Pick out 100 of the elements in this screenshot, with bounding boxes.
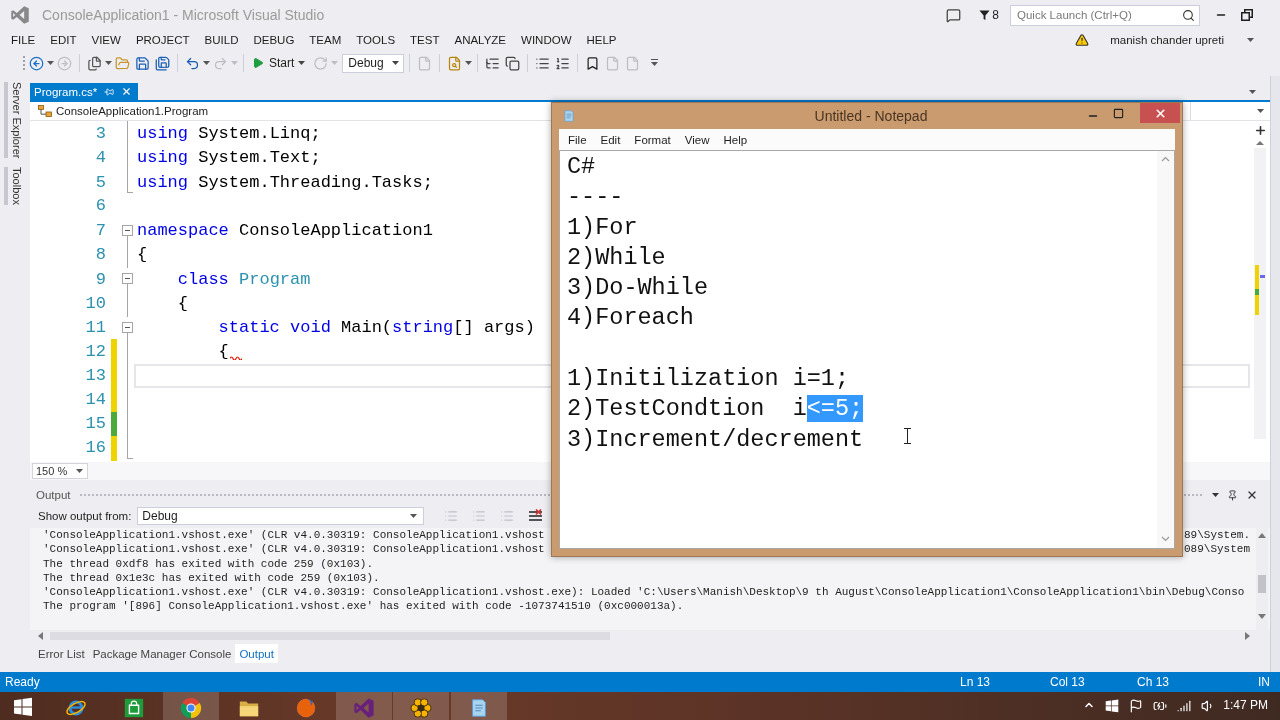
notepad-text: ---- [567, 183, 624, 211]
caret-icon[interactable] [392, 61, 400, 65]
panel-tab[interactable]: Error List [34, 644, 89, 663]
caret-icon[interactable] [203, 61, 210, 65]
type-dropdown[interactable]: ConsoleApplication1.Program [56, 105, 209, 117]
collapse-icon[interactable] [121, 321, 133, 333]
caret-icon[interactable] [105, 61, 112, 65]
caret-icon[interactable] [1247, 38, 1254, 42]
collapse-icon[interactable] [121, 224, 133, 236]
numbered-list-icon[interactable] [555, 55, 571, 71]
bookmark-icon[interactable] [585, 55, 601, 71]
caret-icon[interactable] [410, 514, 418, 518]
caret-icon[interactable] [1257, 109, 1264, 113]
pin-icon[interactable] [104, 86, 115, 97]
maximize-icon[interactable] [1113, 108, 1124, 119]
back-icon[interactable] [29, 55, 44, 71]
panel-tab[interactable]: Output [235, 644, 278, 663]
caret-icon[interactable] [465, 61, 473, 65]
start-button[interactable]: Start [249, 53, 298, 73]
user-name[interactable]: manish chander upreti [1110, 34, 1224, 46]
menu-item[interactable]: Edit [593, 133, 628, 146]
output-source-dropdown[interactable]: Debug [137, 507, 425, 525]
windows-logo-icon [13, 697, 34, 717]
battery-icon[interactable] [1153, 699, 1168, 713]
menu-item[interactable]: PROJECT [135, 34, 190, 46]
notepad-text: 2)While [567, 243, 666, 271]
side-tab[interactable]: Toolbox [4, 167, 23, 206]
search-icon[interactable] [1182, 8, 1195, 22]
caret-icon[interactable] [1212, 493, 1219, 497]
menu-item[interactable]: ANALYZE [454, 34, 507, 46]
file-search-icon[interactable] [447, 55, 463, 71]
caret-icon[interactable] [76, 469, 83, 473]
menu-item[interactable]: VIEW [91, 34, 121, 46]
status-column: Col 13 [1050, 675, 1137, 689]
panel-tab[interactable]: Package Manager Console [88, 644, 236, 663]
flag-icon[interactable] [1129, 699, 1144, 713]
toolbar-grip-icon[interactable] [22, 55, 26, 71]
status-line: Ln 13 [960, 675, 992, 689]
configuration-dropdown[interactable]: Debug [342, 53, 405, 73]
menu-item[interactable]: TEST [410, 34, 440, 46]
line-number: 13 [85, 364, 106, 387]
output-text: 'ConsoleApplication1.vshost.exe' (CLR v4.0.30319: ConsoleApplication1.vshost [43, 542, 545, 557]
code-text: static void Main(string[] args) [217, 317, 535, 339]
menu-item[interactable]: Format [627, 133, 678, 146]
restore-icon[interactable] [1241, 9, 1253, 21]
caret-icon[interactable] [298, 61, 306, 65]
fox-globe-icon [295, 697, 317, 719]
editor-scrollbar[interactable] [1254, 139, 1266, 439]
output-text: 'ConsoleApplication1.vshost.exe' (CLR v4.0.30319: ConsoleApplication1.vshost.exe): Loaded 'C:\Users\Manish\Desktop\9 th August\ConsoleApplication1\ConsoleApplication1\bin\Debug\Conso [43, 585, 1245, 600]
notepad-text: 2)TestCondtion i [567, 395, 807, 423]
line-number: 7 [95, 220, 106, 242]
status-mode: IN [1258, 675, 1271, 689]
list-icon[interactable] [535, 55, 551, 71]
notepad-text: 4)Foreach [567, 304, 694, 332]
caret-icon[interactable] [1249, 90, 1256, 94]
code-text: namespace ConsoleApplication1 [137, 220, 433, 242]
zoom-dropdown[interactable]: 150 % [32, 463, 88, 479]
clear-list-icon[interactable] [528, 509, 544, 523]
signal-icon[interactable] [1177, 699, 1192, 713]
taskbar-button[interactable] [393, 692, 449, 720]
output-text: 'ConsoleApplication1.vshost.exe' (CLR v4.0.30319: ConsoleApplication1.vshost [43, 528, 545, 543]
caret-icon[interactable] [47, 61, 54, 65]
menu-item[interactable]: EDIT [50, 34, 77, 46]
menu-item[interactable]: Help [716, 133, 755, 146]
windows-logo-icon[interactable] [1105, 699, 1120, 713]
menu-item[interactable]: HELP [586, 34, 617, 46]
menu-item[interactable]: WINDOW [521, 34, 572, 46]
quick-launch-field[interactable]: Quick Launch (Ctrl+Q) [1010, 4, 1200, 26]
plus-icon[interactable] [1253, 124, 1267, 137]
menu-item[interactable]: TOOLS [356, 34, 396, 46]
menu-item[interactable]: File [561, 133, 594, 146]
close-button[interactable] [1140, 103, 1180, 123]
close-icon[interactable] [1246, 489, 1258, 501]
pages-icon[interactable] [87, 55, 102, 71]
document-tab[interactable]: Program.cs* [30, 83, 139, 100]
filter-icon[interactable] [979, 9, 991, 21]
tree-list-icon[interactable] [485, 55, 501, 71]
toolbar-overflow-icon[interactable] [651, 59, 659, 67]
menu-item[interactable]: FILE [11, 34, 36, 46]
copy-icon[interactable] [505, 55, 521, 71]
code-text: class Program [176, 268, 311, 291]
side-tab[interactable]: Server Explorer [4, 82, 23, 159]
code-text: using System.Text; [137, 147, 321, 170]
menu-item[interactable]: BUILD [204, 34, 239, 46]
menu-item[interactable]: View [677, 133, 717, 146]
text-cursor-icon [904, 428, 911, 444]
menu-item[interactable]: TEAM [309, 34, 342, 46]
menu-item[interactable]: DEBUG [253, 34, 295, 46]
collapse-icon[interactable] [121, 273, 133, 285]
pin-icon[interactable] [1227, 489, 1238, 501]
notepad-text: C# [567, 153, 596, 180]
horizontal-scrollbar[interactable] [36, 630, 1252, 642]
undo-icon[interactable] [185, 55, 200, 71]
line-number: 6 [95, 194, 106, 217]
warning-icon[interactable] [1075, 33, 1090, 47]
vertical-scrollbar[interactable] [1157, 151, 1174, 548]
speech-bubble-icon[interactable] [946, 7, 962, 23]
connected-boxes-icon [38, 105, 52, 117]
notepad-text: 1)Initilization i=1; [567, 365, 850, 393]
floppy-disks-icon[interactable] [155, 55, 170, 71]
